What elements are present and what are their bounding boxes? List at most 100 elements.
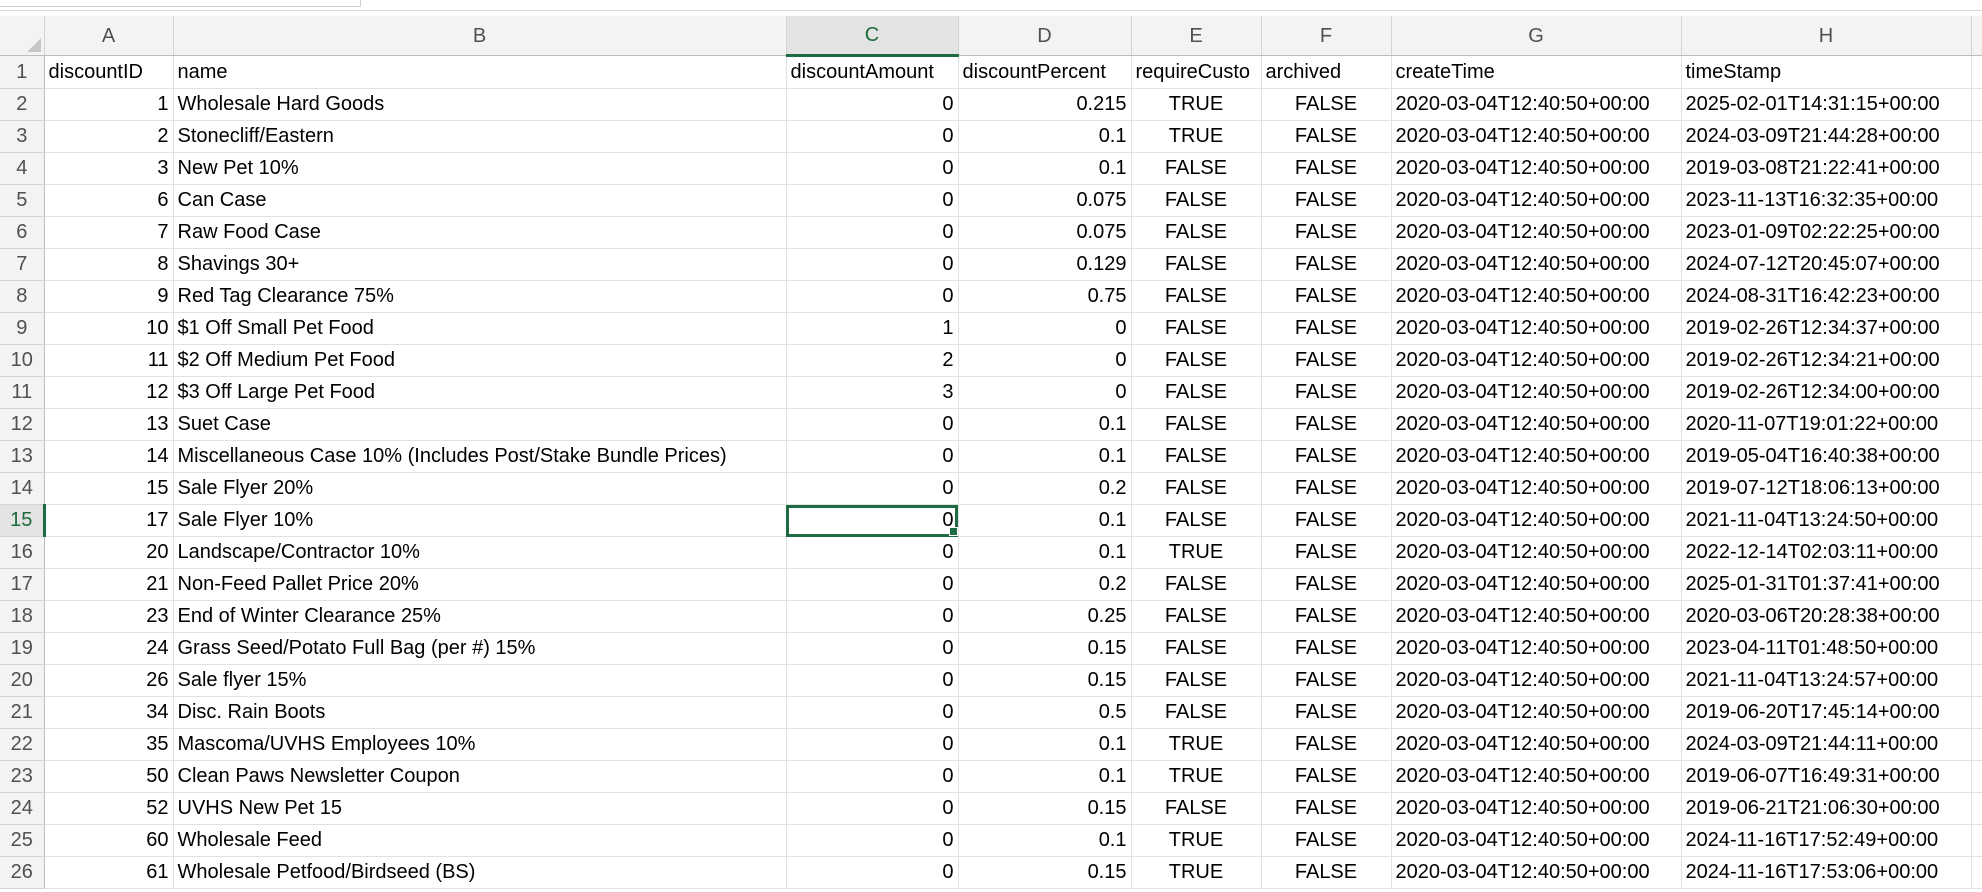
cell-name[interactable]: Disc. Rain Boots <box>173 696 787 729</box>
empty-cell[interactable] <box>1971 55 1982 89</box>
row-header[interactable]: 20 <box>0 664 45 697</box>
cell-timeStamp[interactable]: 2022-12-14T02:03:11+00:00 <box>1681 536 1972 569</box>
cell-archived[interactable]: FALSE <box>1261 440 1392 473</box>
empty-cell[interactable] <box>1971 472 1982 505</box>
fill-handle[interactable] <box>948 527 957 536</box>
cell-createTime[interactable]: 2020-03-04T12:40:50+00:00 <box>1391 376 1682 409</box>
cell-requireCusto[interactable]: FALSE <box>1131 248 1262 281</box>
empty-cell[interactable] <box>1971 728 1982 761</box>
cell-discountPercent[interactable]: 0.1 <box>958 504 1132 537</box>
cell-discountAmount[interactable]: 0 <box>786 632 959 665</box>
cell-createTime[interactable]: 2020-03-04T12:40:50+00:00 <box>1391 344 1682 377</box>
row-header[interactable]: 1 <box>0 55 45 89</box>
column-header-G[interactable]: G <box>1391 16 1682 56</box>
active-cell[interactable]: 0 <box>786 504 959 537</box>
cell-timeStamp[interactable]: 2023-04-11T01:48:50+00:00 <box>1681 632 1972 665</box>
cell-timeStamp[interactable]: 2025-02-01T14:31:15+00:00 <box>1681 88 1972 121</box>
cell-discountID[interactable]: 52 <box>44 792 174 825</box>
row-header[interactable]: 12 <box>0 408 45 441</box>
cell-discountID[interactable]: 3 <box>44 152 174 185</box>
cell-createTime[interactable]: 2020-03-04T12:40:50+00:00 <box>1391 792 1682 825</box>
cell-discountID[interactable]: 20 <box>44 536 174 569</box>
empty-cell[interactable] <box>1971 344 1982 377</box>
cell-createTime[interactable]: 2020-03-04T12:40:50+00:00 <box>1391 440 1682 473</box>
cell-createTime[interactable]: 2020-03-04T12:40:50+00:00 <box>1391 856 1682 889</box>
cell-timeStamp[interactable]: 2019-05-04T16:40:38+00:00 <box>1681 440 1972 473</box>
cell-timeStamp[interactable]: 2021-11-04T13:24:50+00:00 <box>1681 504 1972 537</box>
cell-requireCusto[interactable]: TRUE <box>1131 760 1262 793</box>
cell-archived[interactable]: FALSE <box>1261 728 1392 761</box>
cell-timeStamp[interactable]: 2019-06-20T17:45:14+00:00 <box>1681 696 1972 729</box>
cell-discountID[interactable]: 21 <box>44 568 174 601</box>
cell-createTime[interactable]: 2020-03-04T12:40:50+00:00 <box>1391 216 1682 249</box>
cell-timeStamp[interactable]: 2024-03-09T21:44:11+00:00 <box>1681 728 1972 761</box>
column-header-B[interactable]: B <box>173 16 787 56</box>
cell-timeStamp[interactable]: 2021-11-04T13:24:57+00:00 <box>1681 664 1972 697</box>
cell-discountAmount[interactable]: 1 <box>786 312 959 345</box>
cell-discountAmount[interactable]: 2 <box>786 344 959 377</box>
cell-requireCusto[interactable]: FALSE <box>1131 344 1262 377</box>
cell-timeStamp[interactable]: 2025-01-31T01:37:41+00:00 <box>1681 568 1972 601</box>
cell-timeStamp[interactable]: 2019-02-26T12:34:37+00:00 <box>1681 312 1972 345</box>
cell-discountID[interactable]: 2 <box>44 120 174 153</box>
cell-timeStamp[interactable]: 2024-03-09T21:44:28+00:00 <box>1681 120 1972 153</box>
header-cell-name[interactable]: name <box>173 55 787 89</box>
empty-cell[interactable] <box>1971 536 1982 569</box>
cell-createTime[interactable]: 2020-03-04T12:40:50+00:00 <box>1391 312 1682 345</box>
cell-discountPercent[interactable]: 0.215 <box>958 88 1132 121</box>
cell-discountPercent[interactable]: 0.075 <box>958 184 1132 217</box>
row-header[interactable]: 18 <box>0 600 45 633</box>
cell-requireCusto[interactable]: FALSE <box>1131 696 1262 729</box>
cell-requireCusto[interactable]: TRUE <box>1131 536 1262 569</box>
cell-timeStamp[interactable]: 2024-07-12T20:45:07+00:00 <box>1681 248 1972 281</box>
row-header[interactable]: 21 <box>0 696 45 729</box>
cell-discountPercent[interactable]: 0.1 <box>958 728 1132 761</box>
cell-createTime[interactable]: 2020-03-04T12:40:50+00:00 <box>1391 88 1682 121</box>
cell-requireCusto[interactable]: TRUE <box>1131 88 1262 121</box>
cell-requireCusto[interactable]: TRUE <box>1131 120 1262 153</box>
row-header[interactable]: 26 <box>0 856 45 889</box>
cell-discountAmount[interactable]: 0 <box>786 152 959 185</box>
cell-createTime[interactable]: 2020-03-04T12:40:50+00:00 <box>1391 568 1682 601</box>
row-header[interactable]: 23 <box>0 760 45 793</box>
cell-archived[interactable]: FALSE <box>1261 280 1392 313</box>
cell-discountID[interactable]: 14 <box>44 440 174 473</box>
cell-name[interactable]: Can Case <box>173 184 787 217</box>
cell-discountAmount[interactable]: 0 <box>786 440 959 473</box>
cell-discountAmount[interactable]: 0 <box>786 664 959 697</box>
cell-discountID[interactable]: 15 <box>44 472 174 505</box>
cell-name[interactable]: End of Winter Clearance 25% <box>173 600 787 633</box>
empty-cell[interactable] <box>1971 600 1982 633</box>
cell-discountID[interactable]: 50 <box>44 760 174 793</box>
header-cell-archived[interactable]: archived <box>1261 55 1392 89</box>
cell-name[interactable]: Wholesale Petfood/Birdseed (BS) <box>173 856 787 889</box>
cell-discountID[interactable]: 13 <box>44 408 174 441</box>
cell-discountID[interactable]: 8 <box>44 248 174 281</box>
header-cell-timeStamp[interactable]: timeStamp <box>1681 55 1972 89</box>
cell-discountPercent[interactable]: 0.1 <box>958 120 1132 153</box>
column-header-E[interactable]: E <box>1131 16 1262 56</box>
cell-name[interactable]: Landscape/Contractor 10% <box>173 536 787 569</box>
cell-discountAmount[interactable]: 0 <box>786 120 959 153</box>
row-header[interactable]: 5 <box>0 184 45 217</box>
row-header[interactable]: 2 <box>0 88 45 121</box>
cell-timeStamp[interactable]: 2024-11-16T17:53:06+00:00 <box>1681 856 1972 889</box>
cell-discountAmount[interactable]: 0 <box>786 856 959 889</box>
cell-createTime[interactable]: 2020-03-04T12:40:50+00:00 <box>1391 280 1682 313</box>
cell-requireCusto[interactable]: FALSE <box>1131 216 1262 249</box>
cell-discountAmount[interactable]: 0 <box>786 472 959 505</box>
row-header[interactable]: 19 <box>0 632 45 665</box>
header-cell-discountID[interactable]: discountID <box>44 55 174 89</box>
cell-name[interactable]: UVHS New Pet 15 <box>173 792 787 825</box>
cell-discountPercent[interactable]: 0.25 <box>958 600 1132 633</box>
cell-timeStamp[interactable]: 2024-08-31T16:42:23+00:00 <box>1681 280 1972 313</box>
cell-discountAmount[interactable]: 0 <box>786 184 959 217</box>
column-header-D[interactable]: D <box>958 16 1132 56</box>
cell-createTime[interactable]: 2020-03-04T12:40:50+00:00 <box>1391 536 1682 569</box>
cell-discountPercent[interactable]: 0.1 <box>958 440 1132 473</box>
cell-name[interactable]: Sale flyer 15% <box>173 664 787 697</box>
cell-discountAmount[interactable]: 0 <box>786 792 959 825</box>
cell-discountID[interactable]: 17 <box>44 504 174 537</box>
column-header-C[interactable]: C <box>786 16 959 57</box>
cell-archived[interactable]: FALSE <box>1261 344 1392 377</box>
